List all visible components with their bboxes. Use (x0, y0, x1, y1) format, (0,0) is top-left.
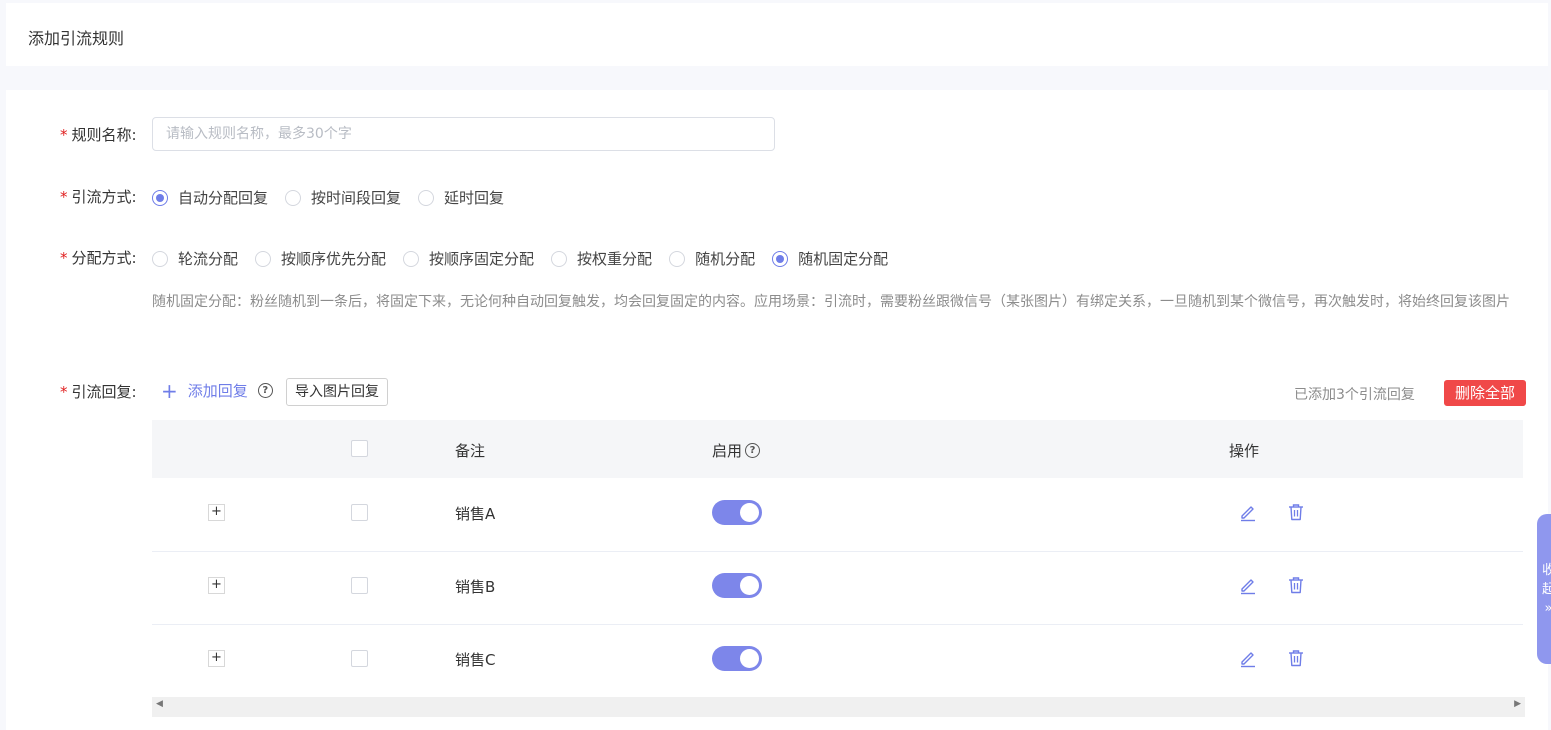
rule-name-input[interactable] (152, 117, 775, 151)
expand-row-button[interactable]: + (208, 577, 225, 594)
table-row: + 销售B (152, 551, 1523, 625)
page-title: 添加引流规则 (28, 29, 125, 48)
radio-label: 轮流分配 (178, 250, 239, 268)
table-row: + 销售A (152, 478, 1523, 552)
radio-auto-assign[interactable]: 自动分配回复 (152, 187, 268, 208)
radio-label: 按时间段回复 (311, 189, 402, 207)
radio-label: 按顺序优先分配 (281, 250, 387, 268)
plus-icon: + (161, 378, 178, 403)
distribution-radio-group: 轮流分配 按顺序优先分配 按顺序固定分配 按权重分配 随机分配 随机固定分配 (152, 248, 905, 269)
edit-icon[interactable] (1238, 575, 1258, 595)
method-radio-group: 自动分配回复 按时间段回复 延时回复 (152, 187, 521, 208)
enable-switch[interactable] (712, 646, 762, 671)
radio-dot (152, 189, 168, 206)
row-checkbox[interactable] (351, 577, 368, 594)
radio-dot (669, 250, 686, 267)
table-row: + 销售C (152, 624, 1523, 698)
question-circle-icon[interactable]: ? (745, 443, 761, 458)
radio-random[interactable]: 随机分配 (669, 248, 755, 269)
rule-name-label: * 规则名称: (60, 124, 152, 145)
radio-weight[interactable]: 按权重分配 (551, 248, 652, 269)
table-header: 备注 启用 ? 操作 (152, 420, 1523, 478)
collapse-side-tab[interactable]: 收 起 » (1537, 514, 1551, 664)
row-checkbox[interactable] (351, 504, 368, 521)
column-actions: 操作 (1229, 442, 1260, 460)
add-reply-label: 添加回复 (187, 382, 248, 400)
radio-label: 延时回复 (444, 189, 505, 207)
required-star: * (60, 383, 68, 401)
scroll-left-arrow-icon[interactable]: ◀ (156, 699, 163, 709)
distribution-description: 随机固定分配：粉丝随机到一条后，将固定下来，无论何种自动回复触发，均会回复固定的… (152, 294, 1510, 310)
add-reply-button[interactable]: + 添加回复 ? (161, 380, 273, 401)
radio-order-priority[interactable]: 按顺序优先分配 (255, 248, 386, 269)
radio-order-fixed[interactable]: 按顺序固定分配 (403, 248, 534, 269)
side-tab-text-1: 收 (1541, 562, 1551, 578)
row-note: 销售C (455, 651, 496, 669)
required-star: * (60, 126, 68, 144)
radio-dot (403, 250, 420, 267)
required-star: * (60, 188, 68, 206)
edit-icon[interactable] (1238, 648, 1258, 668)
side-tab-text-2: 起 (1541, 581, 1551, 597)
page-header: 添加引流规则 (6, 3, 1548, 66)
replies-label: * 引流回复: (60, 381, 152, 402)
radio-label: 按权重分配 (577, 250, 653, 268)
trash-icon[interactable] (1286, 648, 1306, 668)
radio-label: 随机分配 (695, 250, 756, 268)
edit-icon[interactable] (1238, 502, 1258, 522)
import-image-reply-button[interactable]: 导入图片回复 (286, 378, 388, 406)
radio-label: 自动分配回复 (178, 189, 269, 207)
radio-label: 按顺序固定分配 (429, 250, 535, 268)
distribution-label-text: 分配方式: (71, 249, 137, 267)
expand-row-button[interactable]: + (208, 650, 225, 667)
method-label: * 引流方式: (60, 186, 152, 207)
radio-dot (285, 189, 302, 206)
required-star: * (60, 249, 68, 267)
replies-label-text: 引流回复: (71, 383, 137, 401)
radio-random-fixed[interactable]: 随机固定分配 (772, 248, 888, 269)
scroll-right-arrow-icon[interactable]: ▶ (1514, 699, 1521, 709)
trash-icon[interactable] (1286, 502, 1306, 522)
radio-dot (152, 250, 168, 267)
enable-switch[interactable] (712, 573, 762, 598)
radio-time-period[interactable]: 按时间段回复 (285, 187, 401, 208)
rule-form: *规则名称: *引流方式: 自动分配回复 按时间段回复 延时回复 *分配方式: … (6, 90, 1548, 730)
radio-dot (551, 250, 568, 267)
radio-round-robin[interactable]: 轮流分配 (152, 248, 238, 269)
radio-dot (772, 250, 789, 267)
radio-delay[interactable]: 延时回复 (418, 187, 504, 208)
row-note: 销售A (455, 505, 496, 523)
column-enabled-label: 启用 (712, 442, 743, 460)
column-enabled: 启用 ? (712, 440, 761, 461)
reply-count-text: 已添加3个引流回复 (1294, 387, 1415, 403)
distribution-label: * 分配方式: (60, 247, 152, 268)
double-chevron-right-icon: » (1545, 599, 1551, 618)
trash-icon[interactable] (1286, 575, 1306, 595)
radio-label: 随机固定分配 (798, 250, 889, 268)
horizontal-scrollbar[interactable]: ◀ ▶ (152, 697, 1525, 717)
enable-switch[interactable] (712, 500, 762, 525)
method-label-text: 引流方式: (71, 188, 137, 206)
select-all-checkbox[interactable] (351, 440, 368, 457)
delete-all-button[interactable]: 删除全部 (1444, 380, 1526, 406)
column-note: 备注 (455, 442, 486, 460)
question-circle-icon[interactable]: ? (257, 383, 273, 398)
expand-row-button[interactable]: + (208, 504, 225, 521)
radio-dot (255, 250, 272, 267)
radio-dot (418, 189, 435, 206)
rule-name-label-text: 规则名称: (71, 126, 137, 144)
row-checkbox[interactable] (351, 650, 368, 667)
row-note: 销售B (455, 578, 496, 596)
